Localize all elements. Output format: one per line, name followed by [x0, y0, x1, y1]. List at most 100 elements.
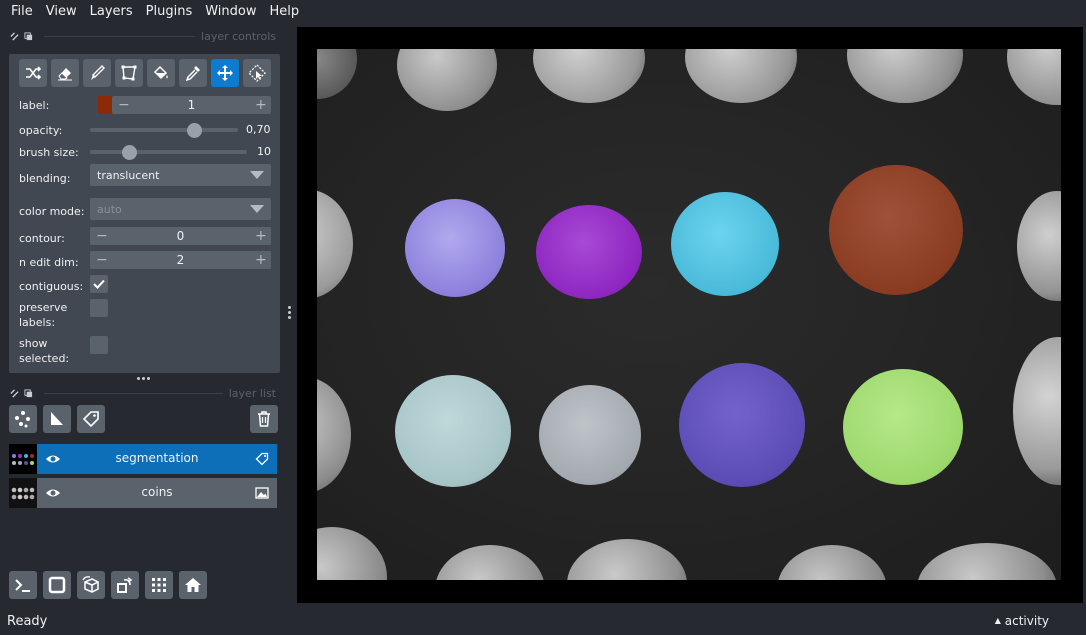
color-mode-value: auto — [97, 202, 122, 216]
caret-up-icon: ▲ — [994, 616, 1001, 625]
layer-item-coins[interactable]: coins — [9, 478, 277, 508]
shapes-icon — [51, 412, 63, 425]
fill-icon — [153, 65, 168, 80]
coin — [317, 49, 357, 99]
color-picker-button[interactable] — [179, 59, 207, 87]
fill-button[interactable] — [147, 59, 175, 87]
show-selected-row: show selected: — [19, 336, 275, 366]
brush-size-caption: brush size: — [19, 145, 79, 159]
segmentation-layer-row[interactable]: segmentation — [37, 444, 277, 474]
preserve-labels-row: preserve labels: — [19, 300, 275, 330]
erase-button[interactable] — [51, 59, 79, 87]
opacity-caption: opacity: — [19, 123, 63, 137]
polygon-icon — [121, 65, 137, 81]
shuffle-colors-button[interactable] — [19, 59, 47, 87]
title-divider — [44, 35, 196, 37]
layer-name[interactable]: segmentation — [67, 451, 247, 465]
grid-icon — [152, 578, 166, 592]
increment-icon[interactable]: + — [255, 228, 267, 244]
float-dock-icon[interactable] — [24, 388, 33, 398]
n-edit-dim-caption: n edit dim: — [19, 255, 79, 269]
paint-button[interactable] — [83, 59, 111, 87]
menu-bar: File View Layers Plugins Window Help — [0, 0, 1086, 24]
opacity-value: 0,70 — [246, 123, 271, 136]
segmented-coin-label-2 — [536, 205, 642, 299]
eye-icon[interactable] — [45, 452, 61, 466]
dock-splitter-handle[interactable] — [137, 377, 150, 380]
segmented-coin-label-8 — [843, 369, 963, 485]
home-button[interactable] — [179, 571, 207, 599]
layer-controls-titlebar: layer controls — [10, 29, 276, 43]
float-dock-icon[interactable] — [24, 31, 33, 41]
new-points-layer-button[interactable] — [9, 405, 37, 433]
pan-zoom-button[interactable] — [211, 59, 239, 87]
contiguous-checkbox[interactable] — [90, 275, 108, 293]
menu-plugins[interactable]: Plugins — [135, 0, 193, 24]
activity-button[interactable]: ▲ activity — [995, 614, 1049, 628]
coins-image[interactable] — [317, 49, 1061, 580]
increment-icon[interactable]: + — [255, 97, 267, 113]
contour-value: 0 — [176, 229, 185, 243]
picker-icon — [185, 66, 200, 82]
polygon-button[interactable] — [115, 59, 143, 87]
brush-size-slider-handle[interactable] — [122, 145, 138, 160]
ndisplay-button[interactable] — [43, 571, 71, 599]
menu-help[interactable]: Help — [259, 0, 300, 24]
new-labels-layer-button[interactable] — [77, 405, 105, 433]
preserve-labels-checkbox[interactable] — [90, 299, 108, 317]
layer-list-titlebar: layer list — [10, 386, 276, 400]
grid-button[interactable] — [145, 571, 173, 599]
image-icon — [255, 487, 269, 499]
brush-size-slider[interactable] — [90, 143, 247, 161]
viewer-buttons — [9, 571, 207, 599]
side-splitter-handle[interactable] — [288, 306, 291, 321]
layer-item-segmentation[interactable]: segmentation — [9, 444, 277, 474]
new-shapes-layer-button[interactable] — [43, 405, 71, 433]
opacity-slider-handle[interactable] — [186, 123, 202, 138]
coins-layer-row[interactable]: coins — [37, 478, 277, 508]
n-edit-dim-spinbox[interactable]: − 2 + — [90, 251, 271, 269]
close-dock-icon[interactable] — [10, 388, 19, 398]
new-layer-buttons — [9, 405, 105, 433]
label-value: 1 — [187, 98, 196, 112]
tag-icon — [82, 411, 99, 428]
contour-caption: contour: — [19, 231, 65, 245]
segmented-coin-label-1 — [405, 199, 505, 297]
console-icon — [15, 579, 30, 592]
menu-layers[interactable]: Layers — [79, 0, 133, 24]
menu-window[interactable]: Window — [194, 0, 256, 24]
viewer-canvas[interactable] — [297, 27, 1083, 603]
opacity-slider[interactable] — [90, 121, 238, 139]
label-spinbox[interactable]: − 1 + — [112, 96, 271, 114]
decrement-icon[interactable]: − — [118, 97, 130, 113]
menu-view[interactable]: View — [35, 0, 77, 24]
coin — [567, 539, 687, 580]
blending-dropdown[interactable]: translucent — [90, 164, 271, 186]
delete-layer-button[interactable] — [250, 405, 278, 433]
decrement-icon[interactable]: − — [96, 228, 108, 244]
show-selected-checkbox[interactable] — [90, 336, 108, 354]
decrement-icon[interactable]: − — [96, 252, 108, 268]
checkmark-icon — [93, 279, 105, 289]
transpose-button[interactable] — [111, 571, 139, 599]
shuffle-icon — [26, 66, 42, 80]
coin — [435, 545, 545, 580]
contour-spinbox[interactable]: − 0 + — [90, 227, 271, 245]
console-button[interactable] — [9, 571, 37, 599]
roll-dims-button[interactable] — [77, 571, 105, 599]
close-dock-icon[interactable] — [10, 31, 19, 41]
trash-icon — [258, 411, 270, 427]
transform-button[interactable] — [243, 59, 271, 87]
pan-zoom-icon — [217, 65, 233, 81]
layer-list-title: layer list — [228, 386, 276, 400]
coin — [317, 377, 351, 493]
coin — [1007, 49, 1061, 105]
color-mode-dropdown[interactable]: auto — [90, 198, 271, 220]
menu-file[interactable]: File — [0, 0, 33, 24]
eye-icon[interactable] — [45, 486, 61, 500]
coin — [1017, 191, 1061, 301]
preserve-labels-caption: preserve labels: — [19, 301, 68, 329]
layer-name[interactable]: coins — [67, 485, 247, 499]
contiguous-row: contiguous: — [19, 277, 275, 295]
increment-icon[interactable]: + — [255, 252, 267, 268]
